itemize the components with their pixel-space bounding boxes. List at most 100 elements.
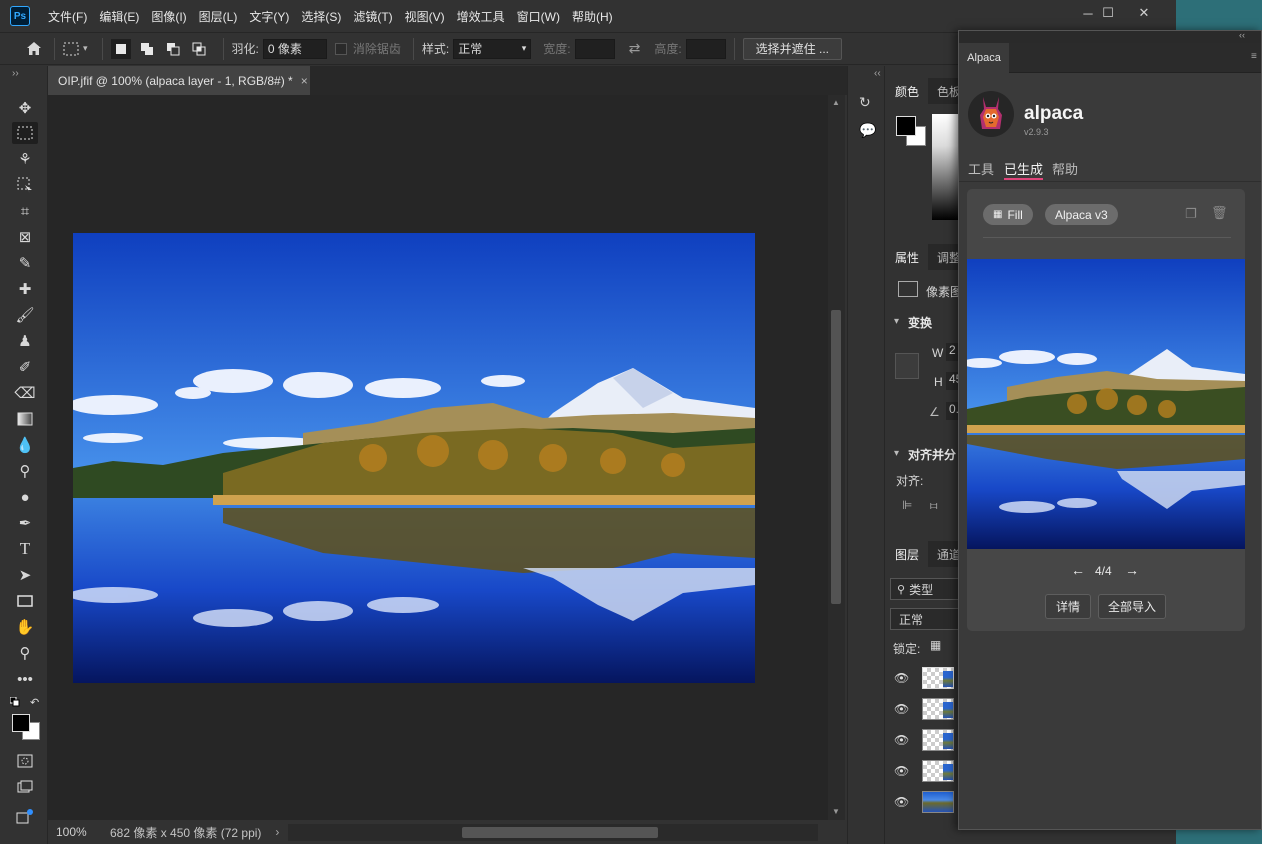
import-all-button[interactable]: 全部导入 (1098, 594, 1166, 619)
layer-row[interactable]: 👁 (886, 662, 958, 693)
document-image[interactable] (73, 233, 755, 683)
previous-icon[interactable]: ← (1071, 562, 1085, 578)
chevron-down-icon[interactable]: ▾ (894, 448, 899, 459)
more-tools-icon[interactable]: ••• (12, 668, 38, 690)
swap-icon[interactable]: ⇄ (629, 40, 641, 57)
menu-edit[interactable]: 编辑(E) (99, 8, 139, 25)
smudge-tool-icon[interactable]: ● (12, 486, 38, 508)
lock-transparency-icon[interactable]: ▦ (930, 638, 941, 652)
menu-plugins[interactable]: 增效工具 (457, 8, 505, 25)
rectangular-marquee-tool-icon[interactable] (12, 122, 38, 144)
eyedropper-tool-icon[interactable]: ✎ (12, 252, 38, 274)
new-selection-icon[interactable] (110, 38, 131, 59)
tab-alpaca[interactable]: Alpaca (959, 43, 1009, 73)
clone-stamp-tool-icon[interactable]: ♟ (12, 330, 38, 352)
select-and-mask-button[interactable]: 选择并遮住 ... (742, 37, 842, 60)
menu-layer[interactable]: 图层(L) (199, 8, 238, 25)
comments-panel-icon[interactable]: 💬 (859, 122, 876, 139)
menu-help[interactable]: 帮助(H) (572, 8, 613, 25)
visibility-eye-icon[interactable]: 👁 (894, 764, 912, 778)
blur-tool-icon[interactable]: 💧 (12, 434, 38, 456)
align-center-icon[interactable]: ⧦ (930, 498, 937, 513)
visibility-eye-icon[interactable]: 👁 (894, 733, 912, 747)
generated-image[interactable] (967, 259, 1245, 549)
swap-colors-icon[interactable]: ↶ (30, 696, 39, 709)
menu-filter[interactable]: 滤镜(T) (353, 8, 392, 25)
tab-color[interactable]: 颜色 (886, 78, 929, 104)
frame-tool-icon[interactable]: ⊠ (12, 226, 38, 248)
subtab-help[interactable]: 帮助 (1052, 159, 1078, 178)
history-brush-tool-icon[interactable]: ✐ (12, 356, 38, 378)
generative-ai-icon[interactable] (12, 806, 38, 828)
panel-menu-icon[interactable]: ≡ (1251, 51, 1257, 62)
eraser-tool-icon[interactable]: ⌫ (12, 382, 38, 404)
width-input[interactable] (574, 38, 615, 59)
subtab-generated[interactable]: 已生成 (1004, 159, 1043, 178)
details-button[interactable]: 详情 (1045, 594, 1091, 619)
height-input[interactable] (685, 38, 726, 59)
blend-mode-select[interactable]: 正常 (890, 608, 960, 630)
link-dimensions-icon[interactable] (895, 353, 919, 379)
hand-tool-icon[interactable]: ✋ (12, 616, 38, 638)
style-select[interactable]: 正常 ▾ (453, 38, 532, 59)
expand-toolbar-icon[interactable]: ›› (12, 68, 19, 79)
scroll-down-icon[interactable]: ▼ (832, 807, 840, 816)
gradient-tool-icon[interactable] (12, 408, 38, 430)
path-selection-tool-icon[interactable]: ➤ (12, 564, 38, 586)
move-tool-icon[interactable]: ✥ (12, 97, 38, 119)
default-colors-icon[interactable] (9, 696, 20, 707)
layer-row[interactable]: 👁 (886, 724, 958, 755)
subtab-tools[interactable]: 工具 (968, 159, 994, 178)
vertical-scroll-thumb[interactable] (831, 310, 841, 604)
home-icon[interactable] (22, 41, 46, 56)
vertical-scrollbar[interactable]: ▲ ▼ (828, 95, 845, 820)
collapse-panels-icon[interactable]: ‹‹ (874, 68, 881, 79)
menu-type[interactable]: 文字(Y) (249, 8, 289, 25)
layer-row[interactable]: 👁 (886, 786, 958, 817)
chevron-down-icon[interactable]: ▾ (894, 316, 899, 327)
close-tab-icon[interactable]: × (301, 74, 308, 88)
quick-selection-tool-icon[interactable]: ⚘ (12, 148, 38, 170)
marquee-preset-icon[interactable]: ▾ (63, 42, 88, 56)
subtract-selection-icon[interactable] (163, 39, 183, 59)
copy-icon[interactable]: ❐ (1185, 206, 1197, 222)
color-picker-field[interactable] (932, 114, 960, 220)
align-left-icon[interactable]: ⊫ (902, 498, 912, 512)
zoom-level[interactable]: 100% (56, 825, 102, 839)
close-window-button[interactable]: ✕ (1126, 2, 1162, 24)
antialias-checkbox[interactable] (334, 42, 347, 55)
brush-tool-icon[interactable]: 🖌 (12, 304, 38, 326)
add-selection-icon[interactable] (137, 39, 157, 59)
tab-properties[interactable]: 属性 (886, 244, 929, 270)
menu-view[interactable]: 视图(V) (405, 8, 445, 25)
canvas-area[interactable] (48, 95, 828, 820)
quick-mask-icon[interactable] (12, 750, 38, 772)
rectangle-tool-icon[interactable] (12, 590, 38, 612)
history-panel-icon[interactable]: ↻ (859, 94, 871, 111)
healing-brush-tool-icon[interactable]: ✚ (12, 278, 38, 300)
visibility-eye-icon[interactable]: 👁 (894, 795, 912, 809)
dodge-tool-icon[interactable]: ⚲ (12, 460, 38, 482)
visibility-eye-icon[interactable]: 👁 (894, 671, 912, 685)
layer-row[interactable]: 👁 (886, 755, 958, 786)
status-menu-arrow-icon[interactable]: › (275, 825, 279, 839)
scroll-up-icon[interactable]: ▲ (832, 98, 840, 107)
menu-image[interactable]: 图像(I) (151, 8, 186, 25)
type-tool-icon[interactable]: T (12, 538, 38, 560)
panel-foreground-swatch[interactable] (896, 116, 916, 136)
horizontal-scroll-thumb[interactable] (462, 827, 658, 838)
intersect-selection-icon[interactable] (189, 39, 209, 59)
tab-layers[interactable]: 图层 (886, 541, 929, 567)
next-icon[interactable]: → (1125, 562, 1139, 578)
screen-mode-icon[interactable] (12, 776, 38, 798)
menu-file[interactable]: 文件(F) (48, 8, 87, 25)
zoom-tool-icon[interactable]: ⚲ (12, 642, 38, 664)
pen-tool-icon[interactable]: ✒ (12, 512, 38, 534)
layer-filter[interactable]: ⚲ 类型 (890, 578, 960, 600)
layer-row[interactable]: 👁 (886, 693, 958, 724)
horizontal-scrollbar[interactable] (288, 824, 818, 841)
visibility-eye-icon[interactable]: 👁 (894, 702, 912, 716)
collapse-alpaca-icon[interactable]: ‹‹ (1239, 30, 1245, 40)
maximize-button[interactable]: ☐ (1090, 2, 1126, 24)
document-tab[interactable]: OIP.jfif @ 100% (alpaca layer - 1, RGB/8… (48, 66, 310, 95)
